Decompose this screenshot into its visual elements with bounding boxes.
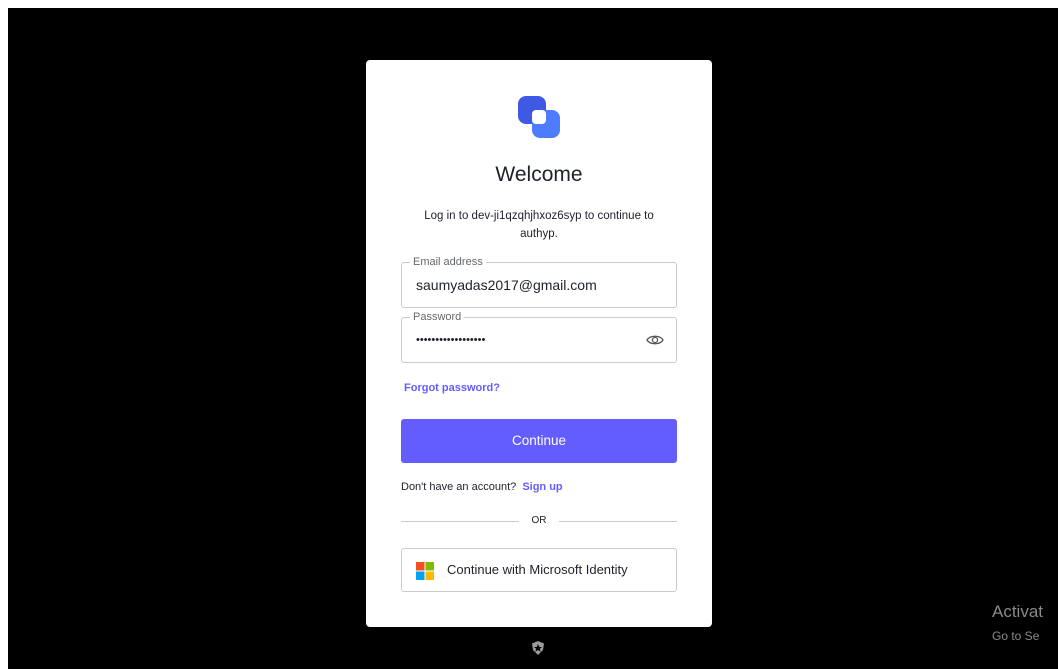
email-input[interactable]: saumyadas2017@gmail.com — [416, 277, 597, 293]
login-subtitle: Log in to dev-ji1qzqhjhxoz6syp to contin… — [424, 210, 654, 240]
eye-icon[interactable] — [646, 333, 664, 347]
divider-line-right — [559, 521, 677, 522]
login-card: Welcome Log in to dev-ji1qzqhjhxoz6syp t… — [366, 60, 712, 627]
password-label: Password — [410, 310, 465, 324]
signup-row: Don't have an account? Sign up — [401, 481, 563, 493]
email-label: Email address — [410, 255, 486, 269]
forgot-password-link[interactable]: Forgot password? — [404, 382, 500, 394]
signup-link[interactable]: Sign up — [522, 481, 562, 493]
microsoft-login-label: Continue with Microsoft Identity — [447, 562, 628, 577]
screen-background: Welcome Log in to dev-ji1qzqhjhxoz6syp t… — [8, 8, 1058, 669]
page-title: Welcome — [495, 163, 583, 186]
signup-prompt: Don't have an account? — [401, 481, 517, 493]
microsoft-logo-icon — [416, 562, 434, 580]
activate-windows-subtitle: Go to Se — [992, 629, 1040, 643]
continue-button[interactable]: Continue — [401, 419, 677, 463]
email-field[interactable]: Email address saumyadas2017@gmail.com — [401, 255, 677, 308]
password-input[interactable]: •••••••••••••••••• — [416, 334, 485, 346]
shield-badge-icon — [532, 641, 544, 655]
password-field[interactable]: Password •••••••••••••••••• — [401, 310, 677, 363]
activate-windows-title: Activat — [992, 602, 1044, 621]
microsoft-login-button[interactable]: Continue with Microsoft Identity — [401, 548, 677, 592]
app-logo-icon — [518, 96, 560, 138]
or-divider: OR — [401, 514, 677, 528]
